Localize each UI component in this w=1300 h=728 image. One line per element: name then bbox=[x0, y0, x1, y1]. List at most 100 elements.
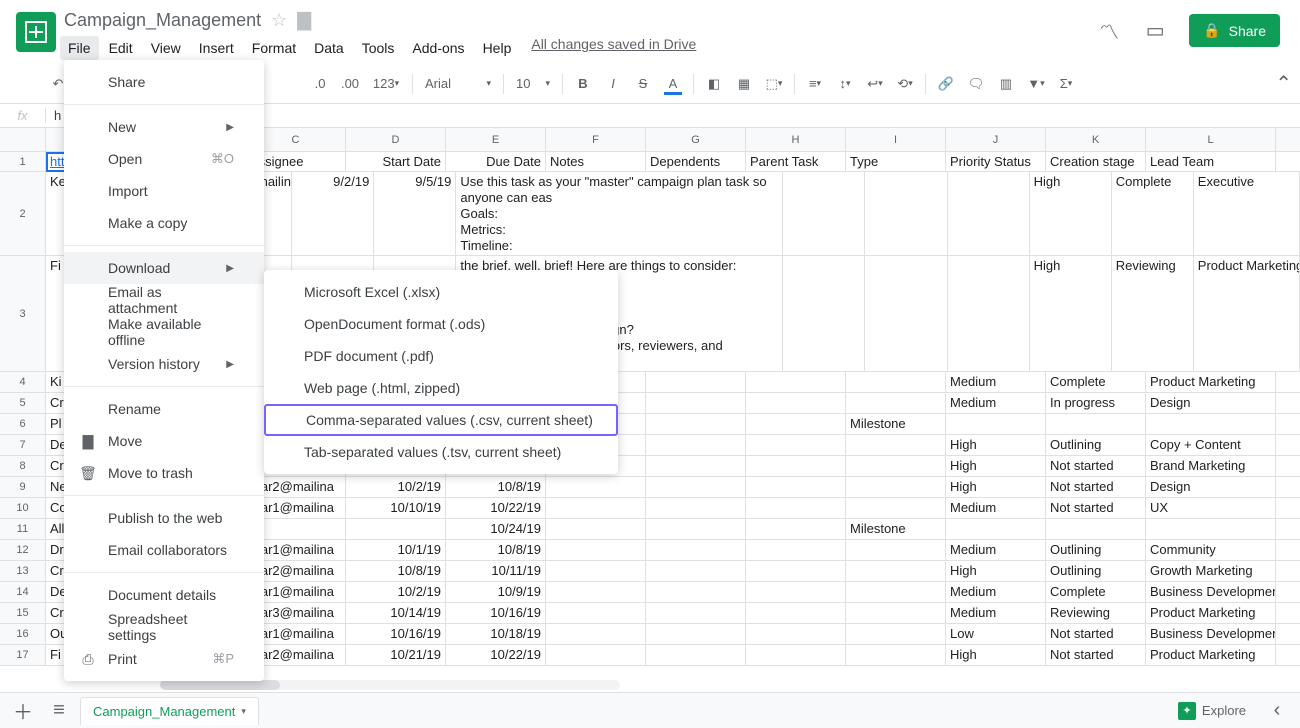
file-version-history[interactable]: Version history▶ bbox=[64, 348, 264, 380]
cell[interactable]: Parent Task bbox=[746, 152, 846, 172]
cell[interactable]: Business Developmen bbox=[1146, 624, 1276, 645]
cell[interactable]: Not started bbox=[1046, 477, 1146, 498]
file-import[interactable]: Import bbox=[64, 175, 264, 207]
cell[interactable]: 10/2/19 bbox=[346, 477, 446, 498]
col-header[interactable]: I bbox=[846, 128, 946, 151]
row-header[interactable]: 7 bbox=[0, 435, 45, 456]
font-select[interactable]: Arial▾ bbox=[419, 72, 497, 95]
cell[interactable] bbox=[746, 393, 846, 414]
cell[interactable] bbox=[646, 498, 746, 519]
row-header[interactable]: 1 bbox=[0, 152, 45, 172]
file-print[interactable]: ⎙Print⌘P bbox=[64, 643, 264, 675]
cell[interactable]: Dependents bbox=[646, 152, 746, 172]
cell[interactable] bbox=[1046, 414, 1146, 435]
row-header[interactable]: 14 bbox=[0, 582, 45, 603]
link-button[interactable]: 🔗 bbox=[932, 70, 960, 98]
cell[interactable] bbox=[948, 256, 1030, 372]
cell[interactable] bbox=[646, 435, 746, 456]
cell[interactable]: Community bbox=[1146, 540, 1276, 561]
cell[interactable]: 9/5/19 bbox=[374, 172, 456, 256]
cell[interactable]: 10/2/19 bbox=[346, 582, 446, 603]
cell[interactable] bbox=[646, 393, 746, 414]
valign-button[interactable]: ↕▾ bbox=[831, 70, 859, 98]
cell[interactable]: Design bbox=[1146, 477, 1276, 498]
file-new[interactable]: New▶ bbox=[64, 111, 264, 143]
all-sheets-button[interactable]: ≡ bbox=[44, 696, 74, 726]
row-header[interactable]: 5 bbox=[0, 393, 45, 414]
cell[interactable] bbox=[865, 172, 947, 256]
cell[interactable] bbox=[783, 172, 865, 256]
cell[interactable]: High bbox=[946, 435, 1046, 456]
download-ods[interactable]: OpenDocument format (.ods) bbox=[264, 308, 618, 340]
cell[interactable]: 10/8/19 bbox=[446, 540, 546, 561]
row-header[interactable]: 15 bbox=[0, 603, 45, 624]
horizontal-scrollbar[interactable] bbox=[160, 680, 620, 690]
cell[interactable]: 10/21/19 bbox=[346, 645, 446, 666]
file-download[interactable]: Download▶ bbox=[64, 252, 264, 284]
cell[interactable]: Low bbox=[946, 624, 1046, 645]
cell[interactable] bbox=[846, 603, 946, 624]
cell[interactable]: Product Marketing bbox=[1146, 603, 1276, 624]
cell[interactable]: Medium bbox=[946, 393, 1046, 414]
cell[interactable]: High bbox=[946, 645, 1046, 666]
cell[interactable] bbox=[746, 435, 846, 456]
font-size-select[interactable]: 10▾ bbox=[510, 72, 556, 95]
cell[interactable] bbox=[646, 477, 746, 498]
cell[interactable]: 10/1/19 bbox=[346, 540, 446, 561]
chart-button[interactable]: ▥ bbox=[992, 70, 1020, 98]
cell[interactable]: Brand Marketing bbox=[1146, 456, 1276, 477]
cell[interactable] bbox=[746, 624, 846, 645]
file-email-attachment[interactable]: Email as attachment bbox=[64, 284, 264, 316]
cell[interactable]: Not started bbox=[1046, 624, 1146, 645]
cell[interactable]: 9/2/19 bbox=[292, 172, 374, 256]
cell[interactable] bbox=[646, 561, 746, 582]
italic-button[interactable]: I bbox=[599, 70, 627, 98]
cell[interactable] bbox=[646, 540, 746, 561]
menu-help[interactable]: Help bbox=[475, 36, 520, 60]
cell[interactable]: Outlining bbox=[1046, 540, 1146, 561]
sheets-logo[interactable] bbox=[16, 12, 56, 52]
download-html[interactable]: Web page (.html, zipped) bbox=[264, 372, 618, 404]
cell[interactable]: Medium bbox=[946, 582, 1046, 603]
number-format-button[interactable]: 123▾ bbox=[366, 70, 406, 98]
cell[interactable]: 10/9/19 bbox=[446, 582, 546, 603]
cell[interactable] bbox=[346, 519, 446, 540]
row-header[interactable]: 4 bbox=[0, 372, 45, 393]
cell[interactable]: Start Date bbox=[346, 152, 446, 172]
toolbar-collapse-icon[interactable]: ⌃ bbox=[1275, 71, 1292, 96]
download-pdf[interactable]: PDF document (.pdf) bbox=[264, 340, 618, 372]
merge-button[interactable]: ⬚▾ bbox=[760, 70, 788, 98]
file-offline[interactable]: Make available offline bbox=[64, 316, 264, 348]
row-header[interactable]: 12 bbox=[0, 540, 45, 561]
cell[interactable]: 10/16/19 bbox=[446, 603, 546, 624]
cell[interactable] bbox=[1146, 519, 1276, 540]
cell[interactable] bbox=[546, 519, 646, 540]
cell[interactable] bbox=[846, 393, 946, 414]
filter-button[interactable]: ▼▾ bbox=[1022, 70, 1050, 98]
cell[interactable]: High bbox=[946, 456, 1046, 477]
cell[interactable]: Product Marketing bbox=[1146, 372, 1276, 393]
cell[interactable] bbox=[646, 645, 746, 666]
cell[interactable]: Growth Marketing bbox=[1146, 561, 1276, 582]
download-xlsx[interactable]: Microsoft Excel (.xlsx) bbox=[264, 276, 618, 308]
menu-tools[interactable]: Tools bbox=[354, 36, 403, 60]
cell[interactable] bbox=[646, 456, 746, 477]
file-open[interactable]: Open⌘O bbox=[64, 143, 264, 175]
cell[interactable]: 10/14/19 bbox=[346, 603, 446, 624]
col-header[interactable]: J bbox=[946, 128, 1046, 151]
file-settings[interactable]: Spreadsheet settings bbox=[64, 611, 264, 643]
comment-button[interactable]: 🗨 bbox=[962, 70, 990, 98]
cell[interactable] bbox=[746, 414, 846, 435]
star-icon[interactable]: ☆ bbox=[271, 10, 287, 31]
side-panel-toggle[interactable]: ‹ bbox=[1262, 696, 1292, 726]
cell[interactable] bbox=[846, 456, 946, 477]
cell[interactable]: Complete bbox=[1112, 172, 1194, 256]
cell[interactable] bbox=[846, 645, 946, 666]
cell[interactable] bbox=[1146, 414, 1276, 435]
col-header[interactable]: K bbox=[1046, 128, 1146, 151]
formula-input[interactable]: h bbox=[46, 108, 61, 123]
cell[interactable] bbox=[546, 624, 646, 645]
halign-button[interactable]: ≡▾ bbox=[801, 70, 829, 98]
cell[interactable] bbox=[746, 561, 846, 582]
menu-insert[interactable]: Insert bbox=[191, 36, 242, 60]
